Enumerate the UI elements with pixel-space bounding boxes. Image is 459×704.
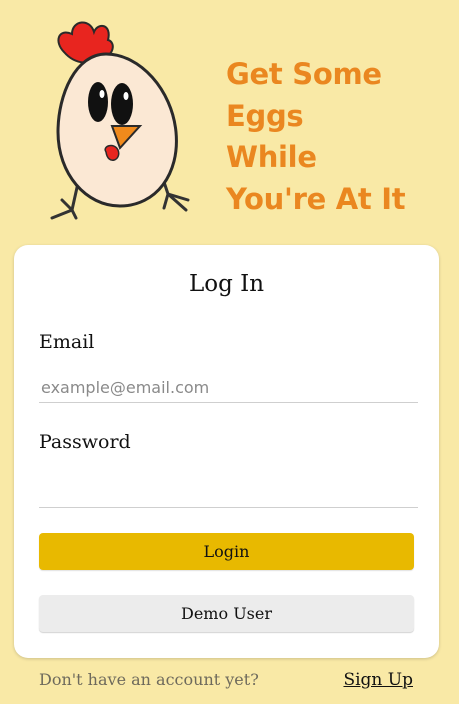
login-button[interactable]: Login bbox=[39, 533, 414, 570]
email-input[interactable] bbox=[39, 372, 418, 403]
password-input[interactable] bbox=[39, 477, 418, 508]
login-title: Log In bbox=[188, 271, 265, 297]
signup-link[interactable]: Sign Up bbox=[343, 670, 413, 690]
demo-user-button[interactable]: Demo User bbox=[39, 595, 414, 632]
chicken-egg-mascot-icon bbox=[50, 21, 190, 220]
email-label: Email bbox=[39, 331, 95, 353]
login-card: Log In Email Password Login Demo User bbox=[14, 245, 439, 658]
tagline: Get Some Eggs While You're At It bbox=[226, 54, 451, 220]
tagline-line: Get Some bbox=[226, 57, 382, 91]
tagline-line: You're At It bbox=[226, 181, 406, 216]
signup-prompt: Don't have an account yet? bbox=[39, 670, 259, 689]
tagline-line: Eggs bbox=[226, 98, 304, 133]
password-label: Password bbox=[39, 431, 131, 453]
hero-banner: Get Some Eggs While You're At It bbox=[0, 0, 459, 240]
tagline-line: While bbox=[226, 140, 317, 174]
